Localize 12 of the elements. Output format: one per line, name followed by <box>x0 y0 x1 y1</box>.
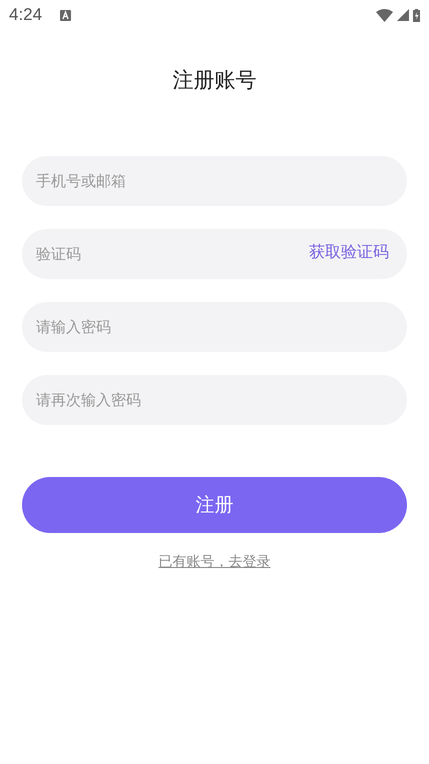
battery-icon <box>413 8 420 22</box>
wifi-icon <box>376 8 393 22</box>
get-code-button[interactable]: 获取验证码 <box>309 242 389 263</box>
input-field[interactable]: 请输入密码 <box>22 302 407 352</box>
input-field[interactable]: 请再次输入密码 <box>22 375 407 425</box>
page-title: 注册账号 <box>172 67 256 94</box>
signal-icon <box>397 9 409 21</box>
notification-icon <box>60 10 72 20</box>
register-button[interactable]: 注册 <box>22 477 407 533</box>
status-time: 4:24 <box>9 5 42 25</box>
input-field[interactable]: 手机号或邮箱 <box>22 156 407 206</box>
login-link[interactable]: 已有账号，去登录 <box>158 553 270 571</box>
